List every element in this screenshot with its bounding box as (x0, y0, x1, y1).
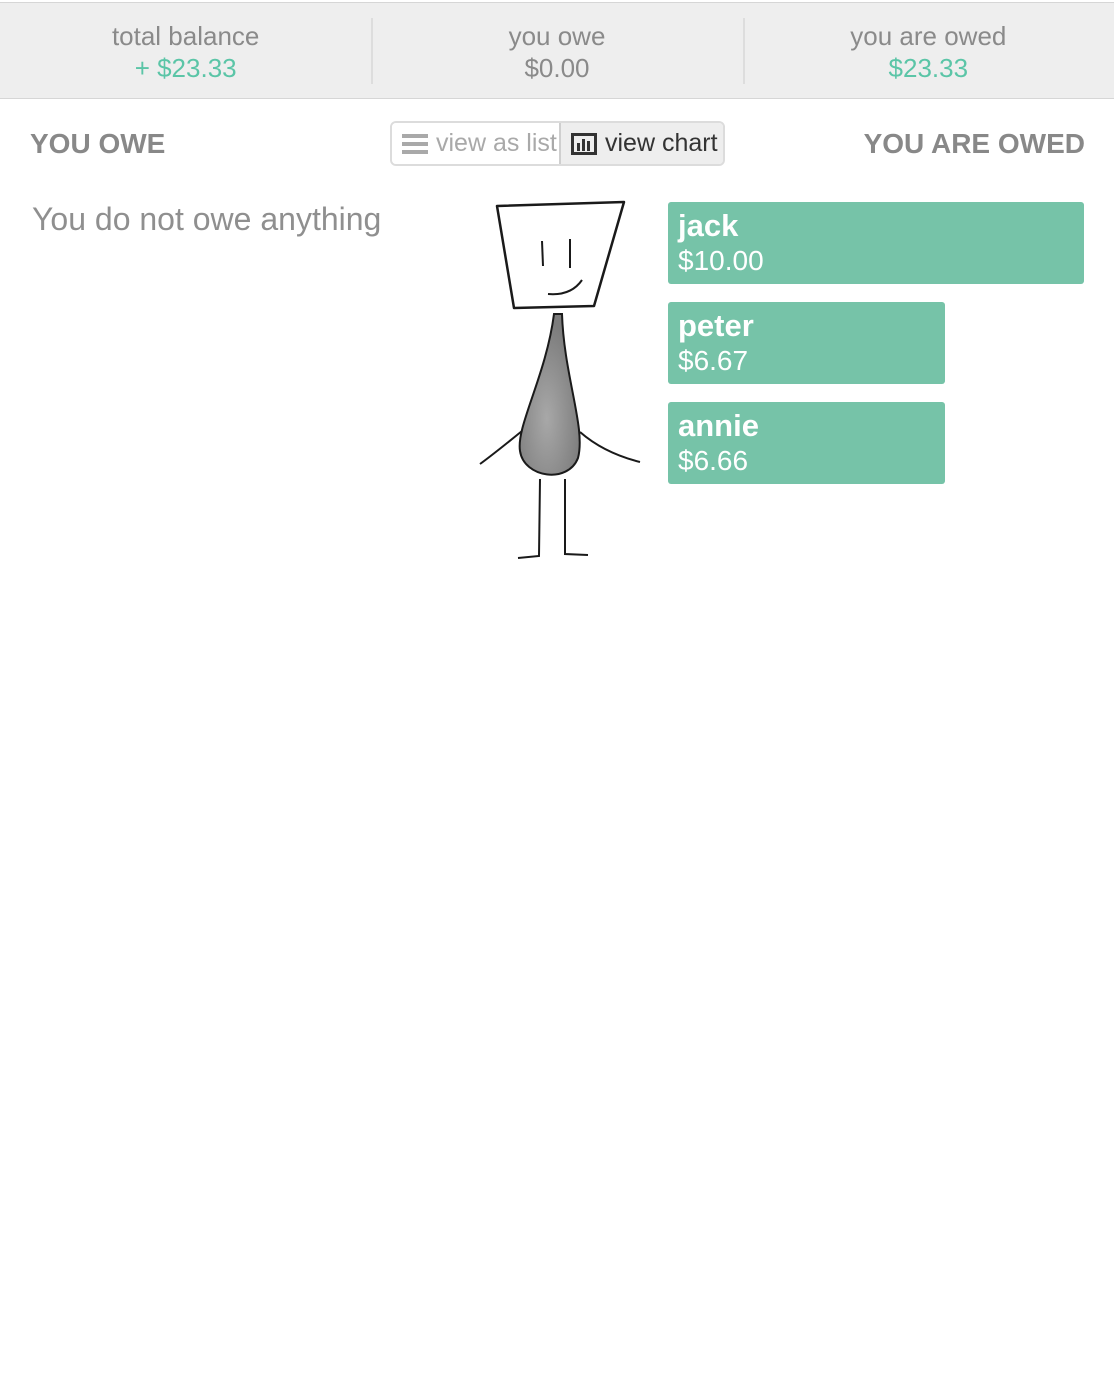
you-are-owed-label: you are owed (850, 21, 1007, 51)
view-as-list-button[interactable]: view as list (392, 123, 559, 164)
owed-bar-annie[interactable]: annie $6.66 (668, 402, 945, 484)
total-balance: total balance + $23.33 (0, 3, 371, 98)
bar-chart-icon (571, 132, 597, 155)
stick-figure-illustration (479, 200, 641, 559)
view-toggle: view as list view chart (390, 121, 725, 166)
empty-owe-message: You do not owe anything (32, 201, 382, 237)
view-chart-button[interactable]: view chart (559, 123, 723, 164)
owed-bar-chart: jack $10.00 peter $6.67 annie $6.66 (668, 202, 1084, 502)
you-owe-value: $0.00 (524, 53, 590, 83)
total-balance-value: + $23.33 (134, 53, 237, 83)
bar-person-name: jack (678, 208, 739, 243)
you-are-owed-summary: you are owed $23.33 (742, 3, 1114, 98)
view-as-list-label: view as list (436, 129, 557, 157)
you-owe-label: you owe (508, 21, 606, 51)
view-chart-label: view chart (605, 129, 718, 157)
bar-amount-label: $6.66 (678, 445, 749, 476)
list-icon (402, 133, 428, 155)
owed-bar-peter[interactable]: peter $6.67 (668, 302, 945, 384)
bar-person-name: peter (678, 308, 754, 343)
you-owe-heading: YOU OWE (30, 128, 166, 159)
you-are-owed-value: $23.33 (888, 53, 969, 83)
balance-summary: total balance + $23.33 you owe $0.00 you… (0, 2, 1114, 99)
bar-person-name: annie (678, 408, 759, 443)
bar-amount-label: $6.67 (678, 345, 749, 376)
total-balance-label: total balance (111, 21, 260, 51)
you-are-owed-heading: YOU ARE OWED (863, 128, 1085, 159)
bar-amount-label: $10.00 (678, 245, 764, 276)
owed-bar-jack[interactable]: jack $10.00 (668, 202, 1084, 284)
you-owe-summary: you owe $0.00 (371, 3, 742, 98)
